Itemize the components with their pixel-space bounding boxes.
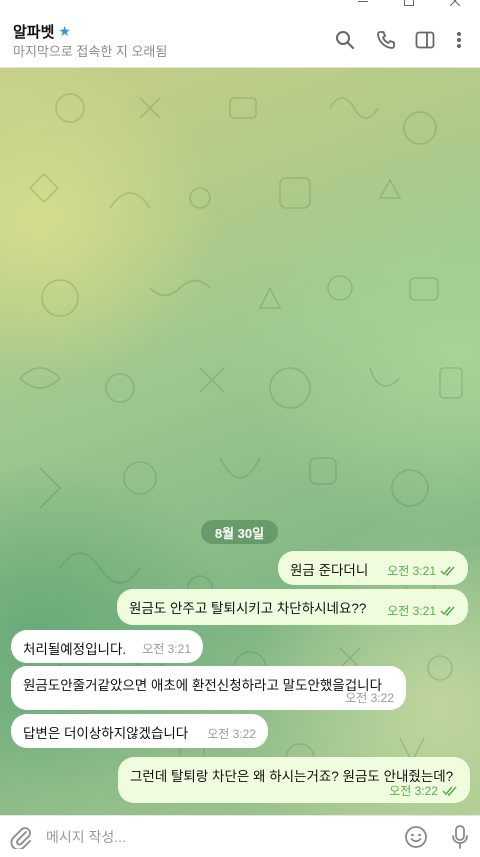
message-time: 오전 3:22 (207, 727, 256, 741)
message-input[interactable] (46, 824, 386, 850)
date-separator: 8월 30일 (201, 520, 278, 544)
search-icon[interactable] (333, 28, 357, 52)
message-incoming[interactable]: 답변은 더이상하지않겠습니다 오전 3:22 (11, 714, 268, 748)
message-meta: 오전 3:21 (387, 602, 456, 619)
window-titlebar (0, 0, 480, 10)
message-text: 원금도 안주고 탈퇴시키고 차단하시네요?? (129, 601, 367, 616)
message-time: 오전 3:21 (387, 604, 436, 618)
attach-icon[interactable] (10, 825, 32, 851)
maximize-icon[interactable] (386, 0, 432, 8)
chat-history[interactable]: 8월 30일 원금 준다더니 오전 3:21 원금도 안주고 탈퇴시키고 차단하… (0, 68, 480, 815)
sidebar-toggle-icon[interactable] (413, 28, 437, 52)
minimize-icon[interactable] (340, 0, 386, 8)
message-time: 오전 3:21 (387, 564, 436, 578)
emoji-icon[interactable] (404, 825, 428, 849)
message-time: 오전 3:22 (389, 784, 438, 798)
message-text: 처리될예정입니다. (23, 642, 127, 657)
more-vertical-icon[interactable] (447, 28, 471, 52)
message-meta: 오전 3:21 (387, 562, 456, 579)
double-check-icon (440, 606, 455, 616)
message-meta: 오전 3:22 (389, 782, 458, 799)
microphone-icon[interactable] (450, 824, 470, 850)
message-text: 답변은 더이상하지않겠습니다 (23, 726, 189, 741)
phone-icon[interactable] (374, 28, 398, 52)
message-text: 원금 준다더니 (290, 563, 369, 578)
chat-status: 마지막으로 접속한 지 오래됨 (13, 44, 168, 59)
chat-name: 알파벳 (13, 24, 55, 41)
message-composer (0, 815, 480, 857)
message-incoming[interactable]: 원금도안줄거같았으면 애초에 환전신청하라고 말도안했을겁니다 오전 3:22 (11, 666, 406, 710)
message-time: 오전 3:21 (142, 642, 191, 656)
message-outgoing[interactable]: 원금도 안주고 탈퇴시키고 차단하시네요?? 오전 3:21 (117, 589, 468, 625)
double-check-icon (442, 786, 457, 796)
chat-title[interactable]: 알파벳 ★ (13, 21, 71, 42)
message-incoming[interactable]: 처리될예정입니다. 오전 3:21 (11, 630, 203, 663)
message-time: 오전 3:22 (345, 691, 394, 705)
message-outgoing[interactable]: 원금 준다더니 오전 3:21 (278, 551, 468, 585)
message-text: 원금도안줄거같았으면 애초에 환전신청하라고 말도안했을겁니다 (23, 678, 383, 693)
message-outgoing[interactable]: 그런데 탈퇴랑 차단은 왜 하시는거죠? 원금도 안내줬는데? 오전 3:22 (118, 757, 470, 803)
double-check-icon (440, 566, 455, 576)
star-icon: ★ (58, 23, 71, 39)
close-icon[interactable] (432, 0, 478, 8)
chat-header: 알파벳 ★ 마지막으로 접속한 지 오래됨 (0, 10, 480, 68)
